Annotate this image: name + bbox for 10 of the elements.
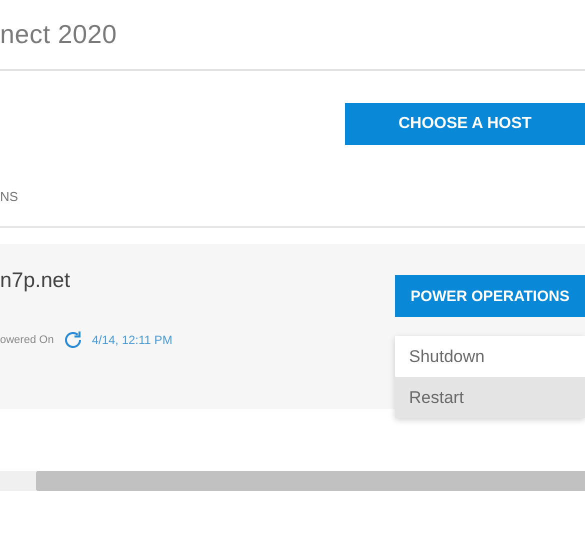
- section-heading: NS: [0, 189, 18, 204]
- scrollbar-thumb[interactable]: [36, 471, 585, 491]
- host-name: n7p.net: [0, 269, 72, 293]
- choose-host-button[interactable]: CHOOSE A HOST: [345, 103, 585, 145]
- power-status: owered On: [0, 334, 54, 346]
- page-title: nect 2020: [0, 19, 117, 50]
- timestamp: 4/14, 12:11 PM: [92, 333, 172, 347]
- menu-item[interactable]: Restart: [395, 377, 585, 418]
- power-operations-button[interactable]: POWER OPERATIONS: [395, 275, 585, 317]
- menu-item[interactable]: Shutdown: [395, 336, 585, 377]
